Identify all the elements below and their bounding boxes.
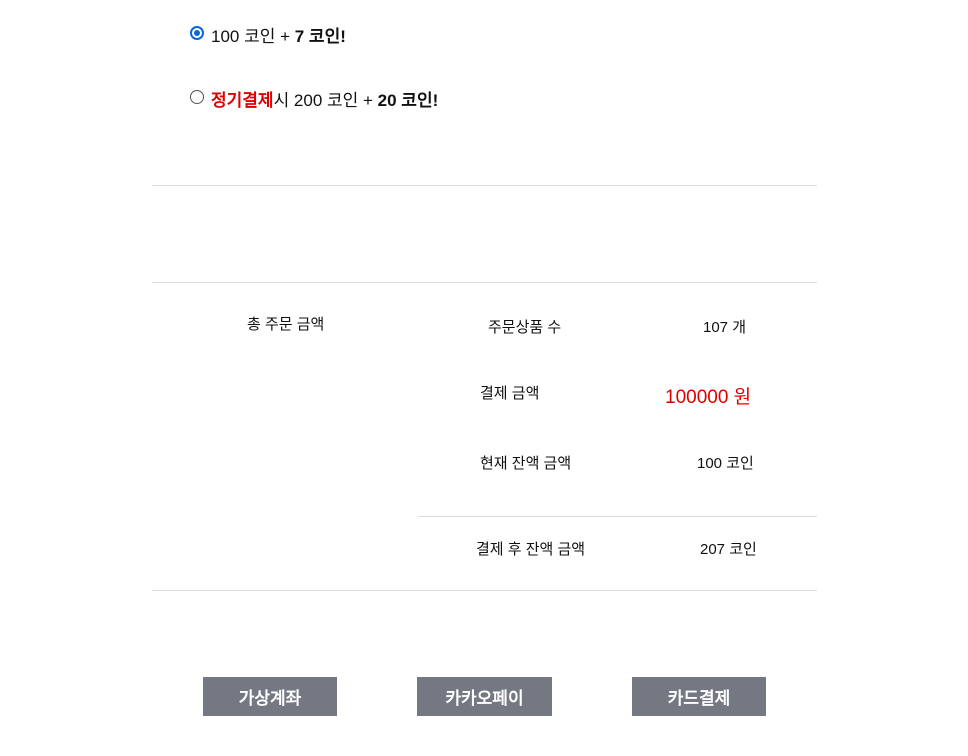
option-100-text: 100 코인 + — [211, 27, 295, 46]
payment-amount-label: 결제 금액 — [480, 385, 540, 402]
divider-top — [152, 185, 817, 186]
option-subscription-bonus: 20 코인! — [377, 91, 439, 110]
balance-after-value: 207 코인 — [700, 541, 757, 558]
radio-option-100[interactable] — [190, 25, 204, 40]
current-balance-value: 100 코인 — [697, 455, 754, 472]
balance-after-label: 결제 후 잔액 금액 — [476, 541, 586, 558]
order-count-value: 107 개 — [703, 319, 746, 336]
virtual-account-button[interactable]: 가상계좌 — [203, 677, 337, 716]
option-subscription-text: 시 200 코인 + — [273, 91, 378, 110]
card-payment-button[interactable]: 카드결제 — [632, 677, 766, 716]
option-100-bonus: 7 코인! — [294, 27, 346, 46]
total-order-label: 총 주문 금액 — [247, 316, 325, 333]
coin-option-subscription[interactable]: 정기결제 시 200 코인 + 20 코인! — [190, 86, 438, 111]
coin-option-100[interactable]: 100 코인 + 7 코인! — [190, 22, 346, 47]
payment-amount-value: 100000 원 — [665, 387, 752, 408]
order-count-label: 주문상품 수 — [488, 319, 562, 336]
divider-summary-inner — [418, 516, 817, 517]
radio-option-subscription[interactable] — [190, 89, 204, 104]
current-balance-label: 현재 잔액 금액 — [480, 455, 572, 472]
subscription-highlight: 정기결제 — [211, 91, 274, 110]
divider-summary-bottom — [152, 590, 817, 591]
kakaopay-button[interactable]: 카카오페이 — [417, 677, 552, 716]
divider-summary-top — [152, 282, 817, 283]
